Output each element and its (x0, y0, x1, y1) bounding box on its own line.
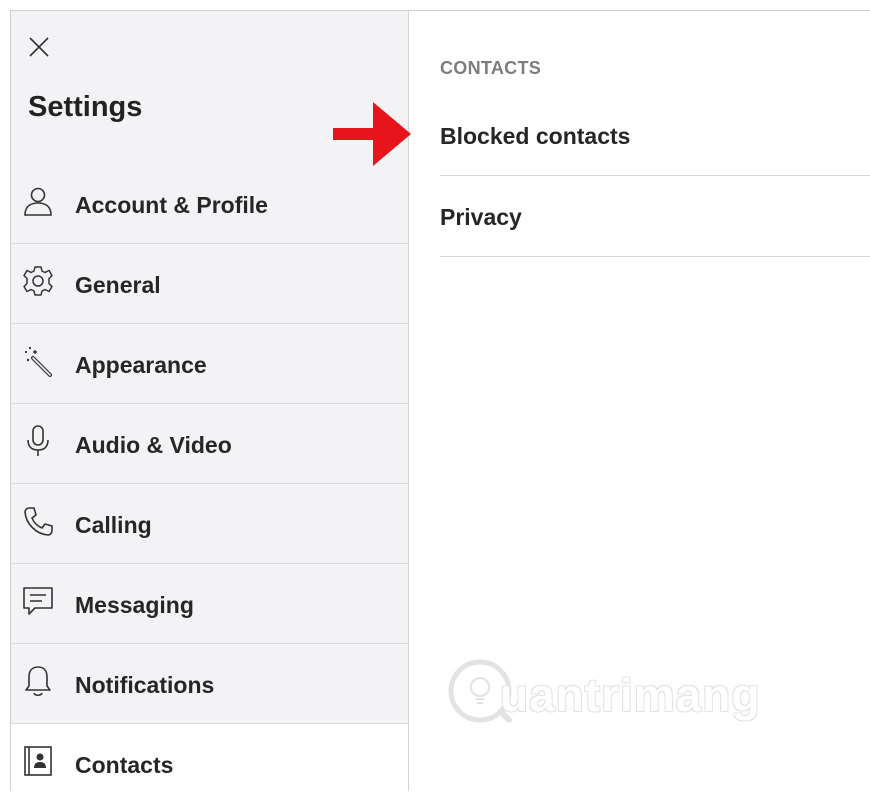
sidebar-item-label: Account & Profile (75, 192, 268, 218)
blocked-contacts-row[interactable]: Blocked contacts (440, 94, 870, 176)
sidebar-item-label: Messaging (75, 592, 194, 618)
sidebar-item-general[interactable]: General (11, 244, 408, 324)
person-icon (24, 187, 52, 216)
section-header: CONTACTS (440, 58, 542, 78)
sidebar-item-messaging[interactable]: Messaging (11, 564, 408, 644)
sidebar-item-contacts[interactable]: Contacts (11, 724, 408, 799)
gear-icon (23, 266, 53, 296)
phone-icon (24, 507, 53, 536)
sidebar-item-calling[interactable]: Calling (11, 484, 408, 564)
settings-nav: Account & Profile General Appearance Aud… (11, 164, 408, 799)
sidebar-item-label: Contacts (75, 752, 174, 778)
sidebar-item-label: General (75, 272, 161, 298)
sidebar-item-audio-video[interactable]: Audio & Video (11, 404, 408, 484)
contact-card-icon (24, 746, 52, 776)
microphone-icon (27, 425, 49, 456)
sidebar-item-label: Appearance (75, 352, 207, 378)
sidebar-item-label: Audio & Video (75, 432, 232, 458)
red-annotation-arrow (333, 102, 411, 166)
sidebar-item-label: Calling (75, 512, 152, 538)
row-label: Privacy (440, 204, 522, 230)
sidebar-item-notifications[interactable]: Notifications (11, 644, 408, 724)
sidebar-item-account-profile[interactable]: Account & Profile (11, 164, 408, 244)
privacy-row[interactable]: Privacy (440, 175, 870, 257)
bell-icon (25, 666, 51, 697)
sidebar-item-label: Notifications (75, 672, 215, 698)
row-label: Blocked contacts (440, 123, 631, 149)
settings-title: Settings (28, 91, 143, 123)
close-icon[interactable] (27, 35, 51, 59)
magic-wand-icon (25, 346, 52, 377)
sidebar-item-appearance[interactable]: Appearance (11, 324, 408, 404)
message-icon (23, 587, 53, 615)
watermark-text: uantrimang (500, 669, 761, 721)
